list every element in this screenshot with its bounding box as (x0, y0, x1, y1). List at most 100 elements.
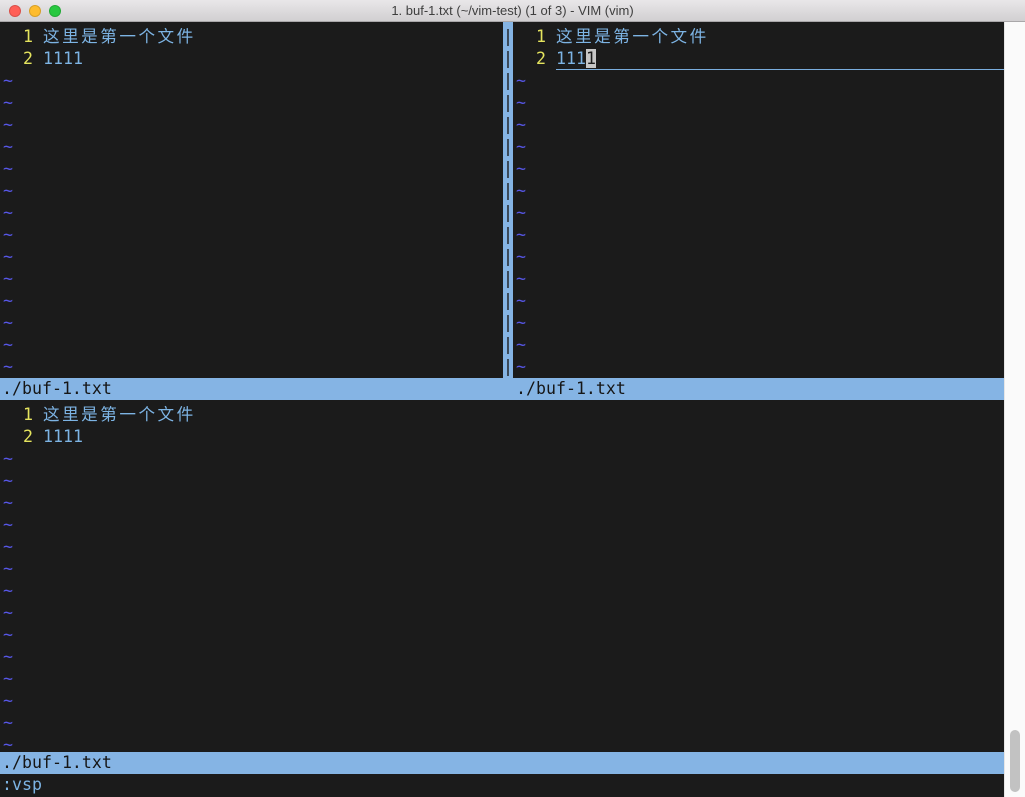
tilde-row: ~ (0, 448, 1004, 470)
tilde-row: ~ (513, 70, 1004, 92)
tilde-row: ~ (0, 312, 503, 334)
tilde-row: ~ (0, 356, 503, 378)
tilde-row: ~ (0, 136, 503, 158)
separator-glyph: | (503, 246, 513, 268)
tilde-row: ~ (513, 356, 1004, 378)
line-text: 111 (556, 49, 586, 68)
separator-glyph: | (503, 334, 513, 356)
tilde-row: ~ (513, 92, 1004, 114)
separator-glyph: | (503, 26, 513, 48)
tilde-row: ~ (0, 334, 503, 356)
tilde-row: ~ (513, 290, 1004, 312)
tilde-row: ~ (513, 136, 1004, 158)
line-text: 1111 (43, 48, 83, 70)
separator-glyph: | (503, 224, 513, 246)
line-number: 2 (513, 48, 546, 70)
tilde-row: ~ (0, 268, 503, 290)
minimize-button[interactable] (29, 5, 41, 17)
separator-glyph: | (503, 290, 513, 312)
tilde-row: ~ (0, 624, 1004, 646)
buffer-line: 1 这里是第一个文件 (0, 404, 1004, 426)
separator-glyph: | (503, 92, 513, 114)
statusline-top[interactable]: ./buf-1.txt ./buf-1.txt (0, 378, 1004, 400)
tilde-row: ~ (513, 312, 1004, 334)
tilde-row: ~ (0, 536, 1004, 558)
zoom-button[interactable] (49, 5, 61, 17)
tilde-row: ~ (0, 92, 503, 114)
buffer-line-cursor: 2 1111 (513, 48, 1004, 70)
tilde-row: ~ (513, 334, 1004, 356)
tilde-row: ~ (513, 224, 1004, 246)
vim-app-window: 1. buf-1.txt (~/vim-test) (1 of 3) - VIM… (0, 0, 1025, 797)
close-button[interactable] (9, 5, 21, 17)
tilde-row: ~ (0, 246, 503, 268)
tilde-fill: ~~~~~~~~~~~~~~ (0, 70, 503, 378)
tilde-row: ~ (0, 492, 1004, 514)
tilde-row: ~ (0, 514, 1004, 536)
separator-glyph: | (503, 202, 513, 224)
tilde-row: ~ (513, 268, 1004, 290)
window-controls (9, 0, 61, 21)
tilde-row: ~ (513, 202, 1004, 224)
line-number: 1 (0, 404, 33, 426)
statusline-top-right-filename: ./buf-1.txt (513, 378, 1004, 400)
tilde-row: ~ (0, 602, 1004, 624)
separator-glyph: | (503, 312, 513, 334)
tilde-row: ~ (0, 712, 1004, 734)
separator-glyph: | (503, 180, 513, 202)
block-cursor: 1 (586, 49, 596, 68)
tilde-row: ~ (0, 202, 503, 224)
tilde-row: ~ (0, 70, 503, 92)
tilde-row: ~ (0, 668, 1004, 690)
tilde-row: ~ (513, 158, 1004, 180)
pane-top-right[interactable]: 1 这里是第一个文件 2 1111 ~~~~~~~~~~~~~~ (513, 22, 1004, 378)
top-splits: 1 这里是第一个文件 2 1111 ~~~~~~~~~~~~~~ |||||||… (0, 22, 1004, 378)
buffer-line: 1 这里是第一个文件 (513, 26, 1004, 48)
titlebar[interactable]: 1. buf-1.txt (~/vim-test) (1 of 3) - VIM… (0, 0, 1025, 22)
pane-bottom[interactable]: 1 这里是第一个文件 2 1111 ~~~~~~~~~~~~~~ (0, 400, 1004, 752)
vim-editor: 1 这里是第一个文件 2 1111 ~~~~~~~~~~~~~~ |||||||… (0, 22, 1004, 797)
tilde-row: ~ (0, 580, 1004, 602)
line-text: 这里是第一个文件 (43, 26, 196, 48)
scrollbar-thumb[interactable] (1010, 730, 1020, 792)
tilde-fill: ~~~~~~~~~~~~~~ (513, 70, 1004, 378)
tilde-row: ~ (513, 114, 1004, 136)
scrollbar-track[interactable] (1004, 22, 1025, 797)
main-area: 1 这里是第一个文件 2 1111 ~~~~~~~~~~~~~~ |||||||… (0, 22, 1025, 797)
line-text: 这里是第一个文件 (43, 404, 196, 426)
vertical-split-separator[interactable]: |||||||||||||||| (503, 22, 513, 378)
tilde-row: ~ (513, 246, 1004, 268)
line-text: 1111 (43, 426, 83, 448)
buffer-line: 2 1111 (0, 426, 1004, 448)
line-number: 1 (513, 26, 546, 48)
separator-glyph: | (503, 48, 513, 70)
cursor-line: 1111 (556, 48, 1004, 70)
separator-glyph: | (503, 158, 513, 180)
tilde-row: ~ (0, 734, 1004, 752)
line-number: 1 (0, 26, 33, 48)
tilde-row: ~ (0, 470, 1004, 492)
separator-glyph: | (503, 356, 513, 378)
window-title: 1. buf-1.txt (~/vim-test) (1 of 3) - VIM… (391, 3, 633, 18)
tilde-row: ~ (0, 690, 1004, 712)
statusline-bottom[interactable]: ./buf-1.txt (0, 752, 1004, 774)
tilde-row: ~ (513, 180, 1004, 202)
command-line[interactable]: :vsp (0, 774, 1004, 796)
tilde-fill: ~~~~~~~~~~~~~~ (0, 448, 1004, 752)
tilde-row: ~ (0, 224, 503, 246)
tilde-row: ~ (0, 114, 503, 136)
separator-glyph: | (503, 70, 513, 92)
statusline-top-left-filename: ./buf-1.txt (0, 378, 513, 400)
line-number: 2 (0, 426, 33, 448)
separator-glyph: | (503, 136, 513, 158)
separator-glyph: | (503, 114, 513, 136)
line-text: 这里是第一个文件 (556, 26, 709, 48)
tilde-row: ~ (0, 180, 503, 202)
pane-top-left[interactable]: 1 这里是第一个文件 2 1111 ~~~~~~~~~~~~~~ (0, 22, 503, 378)
tilde-row: ~ (0, 558, 1004, 580)
buffer-line: 2 1111 (0, 48, 503, 70)
line-number: 2 (0, 48, 33, 70)
separator-glyph: | (503, 268, 513, 290)
tilde-row: ~ (0, 158, 503, 180)
tilde-row: ~ (0, 646, 1004, 668)
